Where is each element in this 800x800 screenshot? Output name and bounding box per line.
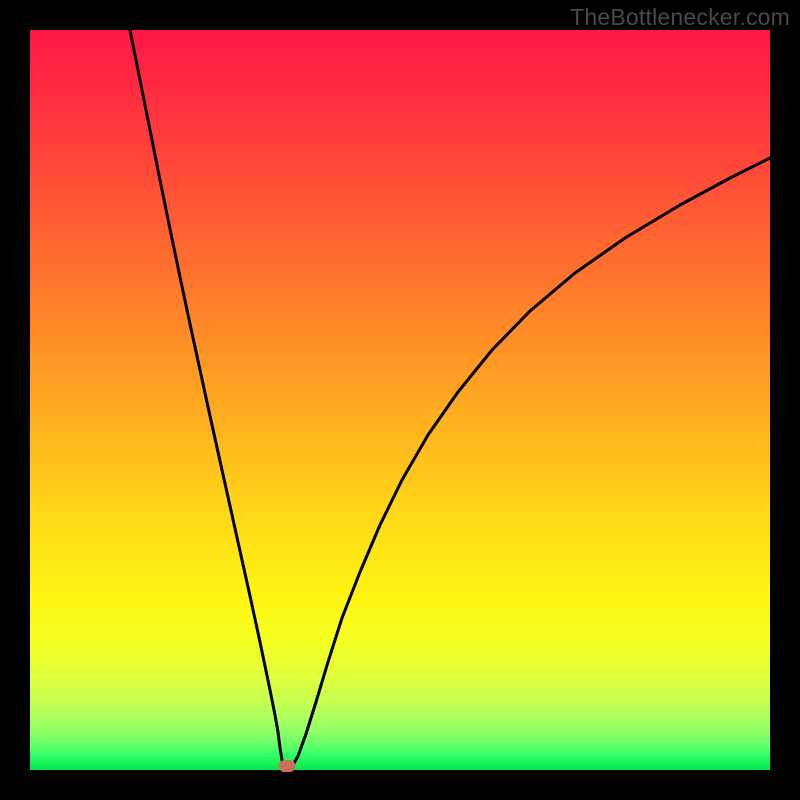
chart-container: TheBottlenecker.com bbox=[0, 0, 800, 800]
plot-area bbox=[30, 30, 770, 770]
optimal-point-marker bbox=[279, 760, 296, 772]
watermark-text: TheBottlenecker.com bbox=[570, 4, 790, 31]
gradient-background bbox=[30, 30, 770, 770]
